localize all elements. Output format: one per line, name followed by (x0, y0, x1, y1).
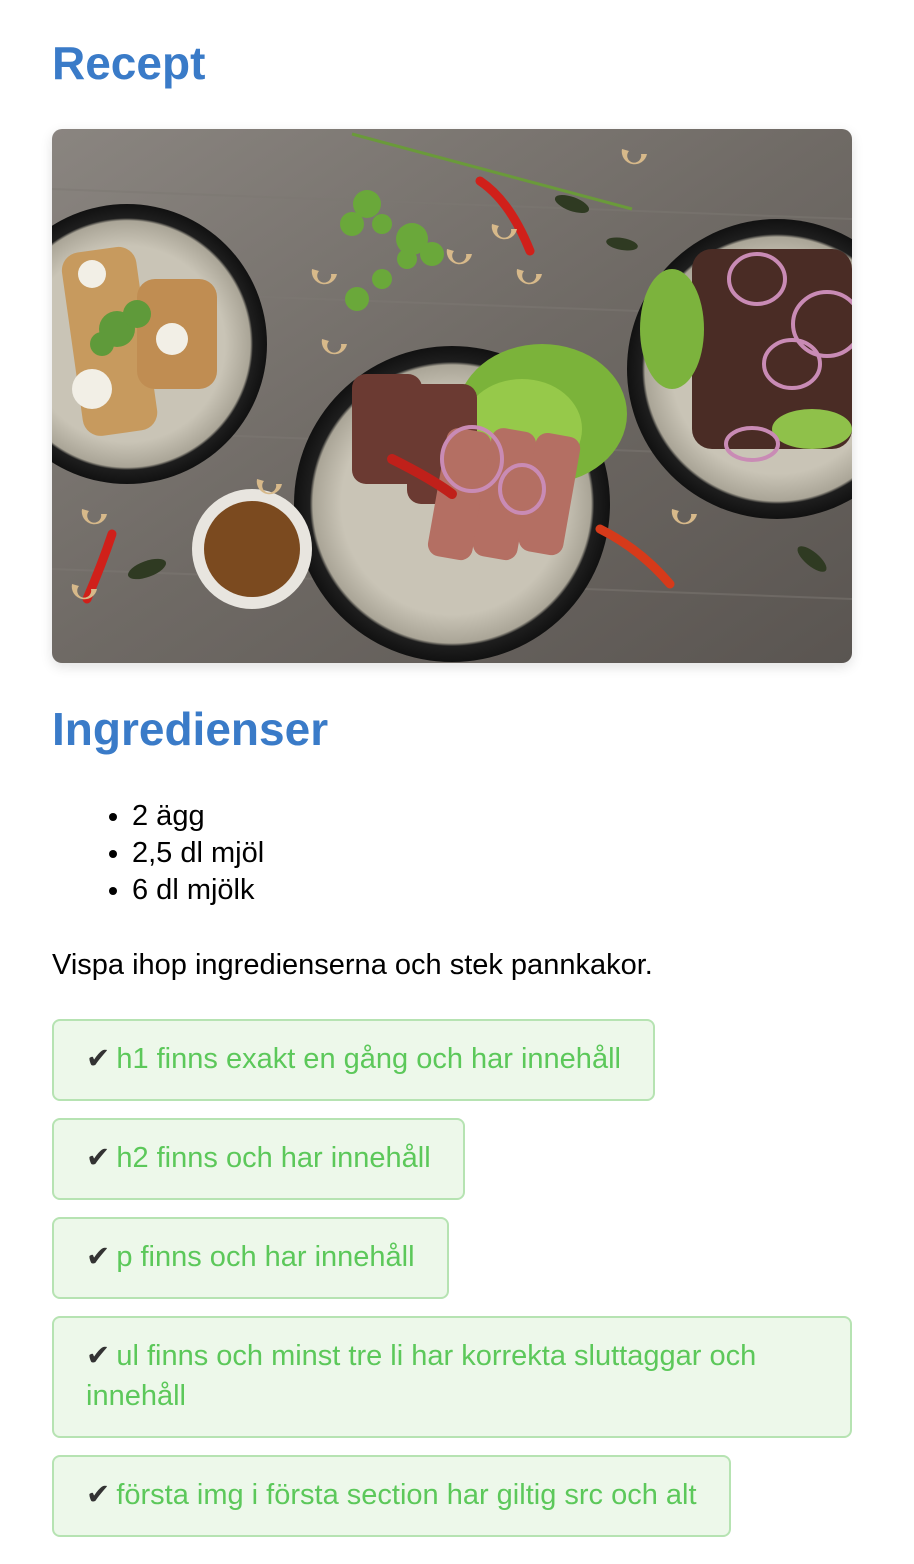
checkmark-icon: ✔ (86, 1479, 111, 1511)
page-title: Recept (52, 37, 206, 89)
check-result-h1: ✔ h1 finns exakt en gång och har innehåll (52, 1019, 655, 1101)
checkmark-icon: ✔ (86, 1142, 111, 1174)
check-result-h2: ✔ h2 finns och har innehåll (52, 1118, 465, 1200)
validation-results: ✔ h1 finns exakt en gång och har innehåll… (52, 1019, 852, 1554)
ingredient-item: 2,5 dl mjöl (132, 835, 852, 872)
check-result-ul: ✔ ul finns och minst tre li har korrekta … (52, 1316, 852, 1438)
check-result-img: ✔ första img i första section har giltig … (52, 1455, 731, 1537)
checkmark-icon: ✔ (86, 1043, 111, 1075)
ingredient-item: 2 ägg (132, 798, 852, 835)
check-result-text: första img i första section har giltig s… (116, 1479, 697, 1511)
recipe-section: Ingredienser 2 ägg 2,5 dl mjöl 6 dl mjöl… (52, 129, 852, 984)
checkmark-icon: ✔ (86, 1241, 111, 1273)
ingredient-item: 6 dl mjölk (132, 872, 852, 909)
food-image (52, 129, 852, 663)
check-result-text: p finns och har innehåll (116, 1241, 415, 1273)
check-result-p: ✔ p finns och har innehåll (52, 1217, 449, 1299)
page: Recept Ingredienser • 2 ägg • 2,5 dl mjö… (0, 0, 914, 1554)
ingredients-heading: Ingredienser (52, 703, 329, 755)
check-result-text: ul finns och minst tre li har korrekta s… (86, 1340, 757, 1412)
ingredients-list: 2 ägg 2,5 dl mjöl 6 dl mjölk (52, 798, 852, 909)
food-image-drawing (52, 129, 852, 663)
check-result-text: h1 finns exakt en gång och har innehåll (116, 1043, 621, 1075)
instructions-text: Vispa ihop ingredienserna och stek pannk… (52, 949, 653, 981)
checkmark-icon: ✔ (86, 1340, 111, 1372)
check-result-text: h2 finns och har innehåll (116, 1142, 431, 1174)
